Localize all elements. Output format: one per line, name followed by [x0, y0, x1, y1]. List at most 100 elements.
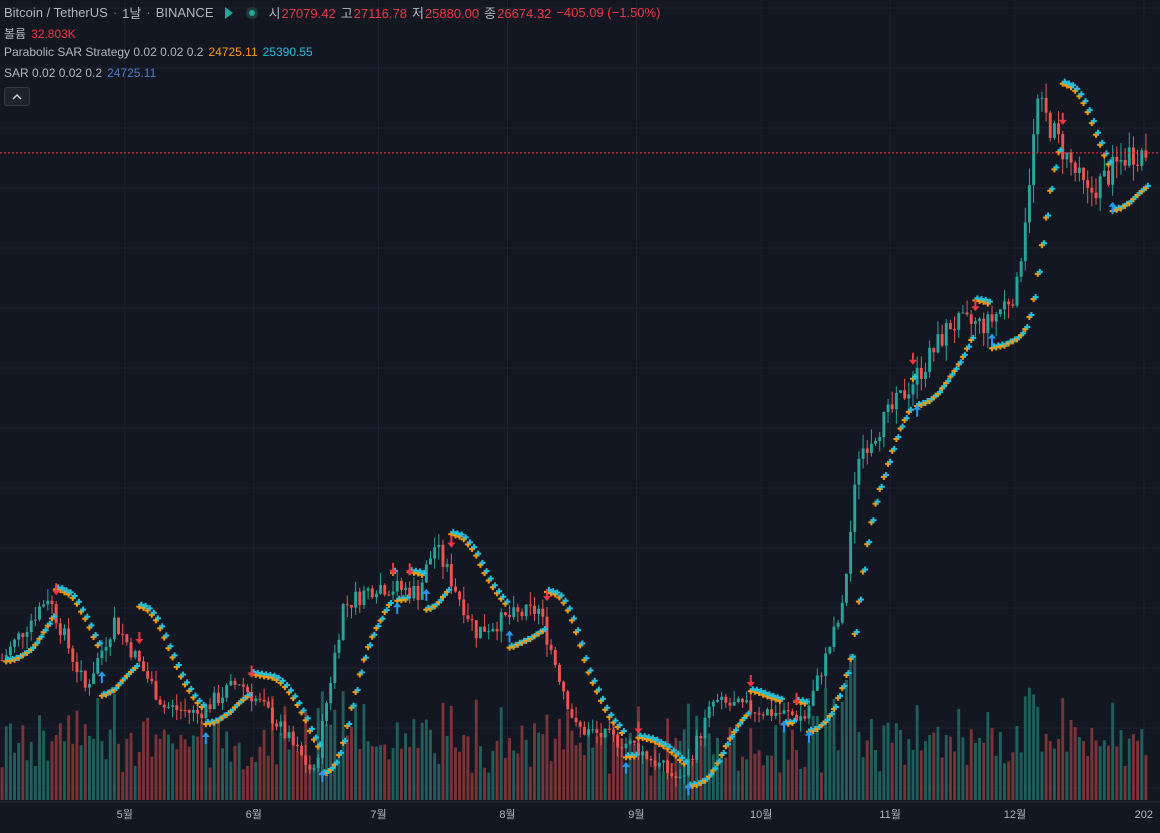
candle-body: [607, 728, 611, 731]
symbol-name[interactable]: Bitcoin / TetherUS: [4, 5, 108, 20]
volume-bar: [354, 702, 358, 800]
candle-body: [832, 626, 836, 648]
volume-bar: [1069, 719, 1073, 800]
candle-body: [341, 604, 345, 640]
volume-bar: [824, 687, 828, 800]
candle-body: [574, 717, 578, 723]
candle-body: [462, 599, 466, 616]
strategy-legend[interactable]: Parabolic SAR Strategy 0.02 0.02 0.2 247…: [4, 45, 313, 59]
flag-icon[interactable]: [224, 6, 233, 19]
candle-body: [483, 626, 487, 632]
candle-body: [1082, 167, 1085, 181]
volume-bar: [470, 772, 474, 800]
candle-body: [1052, 123, 1056, 138]
volume-bar: [948, 736, 952, 800]
volume-bar: [1057, 738, 1061, 800]
sar-label: SAR 0.02 0.02 0.2: [4, 66, 103, 80]
candle-body: [894, 392, 898, 410]
volume-bar: [537, 732, 541, 800]
candle-body: [591, 729, 595, 731]
volume-bar: [42, 730, 46, 800]
volume-bar: [1007, 761, 1011, 800]
interval-label[interactable]: 1날: [122, 3, 141, 22]
volume-bar: [33, 765, 37, 800]
candle-body: [1127, 147, 1131, 166]
volume-bar: [1094, 740, 1098, 800]
candle-body: [29, 620, 33, 633]
symbol-legend: Bitcoin / TetherUS · 1날 · BINANCE 시27079…: [4, 3, 661, 22]
candle-body: [162, 704, 166, 708]
volume-bar: [1077, 737, 1081, 800]
candle-body: [695, 736, 699, 760]
candle-body: [121, 634, 125, 636]
candle-body: [179, 709, 183, 711]
volume-bar: [13, 752, 17, 800]
volume-bar: [524, 739, 528, 800]
candle-body: [753, 712, 757, 714]
candle-body: [191, 710, 195, 713]
volume-bar: [1048, 741, 1052, 800]
volume-bar: [216, 720, 220, 800]
candle-body: [445, 564, 449, 567]
volume-bar: [1065, 751, 1069, 800]
candle-body: [117, 617, 120, 635]
volume-bar: [578, 742, 582, 800]
candle-body: [840, 602, 844, 623]
candle-body: [603, 728, 607, 738]
candle-body: [429, 558, 432, 565]
volume-bar: [1131, 733, 1135, 800]
candle-body: [1123, 159, 1127, 166]
ohlc-low: 저25880.00: [411, 6, 480, 21]
volume-bar: [961, 737, 965, 800]
volume-bar: [50, 741, 54, 800]
price-chart[interactable]: 5월 6월 7월 8월 9월 10월 11월 12월 202: [0, 0, 1160, 833]
volume-bar: [711, 754, 715, 800]
candle-body: [678, 776, 682, 779]
market-status-icon[interactable]: [245, 6, 258, 19]
candle-body: [0, 660, 4, 661]
candle-body: [142, 661, 145, 672]
candle-body: [986, 314, 990, 334]
chevron-up-icon[interactable]: [4, 87, 30, 106]
sar-legend[interactable]: SAR 0.02 0.02 0.2 24725.11: [4, 66, 156, 80]
volume-bar: [878, 771, 882, 800]
candle-body: [778, 713, 782, 715]
candle-body: [412, 585, 416, 599]
volume-bar: [774, 725, 778, 800]
candle-body: [736, 698, 740, 703]
candle-body: [853, 484, 857, 532]
volume-bar: [191, 735, 195, 800]
volume-bar: [820, 772, 823, 800]
candle-body: [449, 564, 453, 587]
volume-bar: [399, 748, 403, 800]
ohlc-high: 고27116.78: [340, 6, 407, 21]
volume-bar: [337, 751, 341, 800]
candle-body: [1003, 301, 1006, 310]
candle-body: [387, 594, 391, 596]
candle-body: [320, 720, 324, 758]
volume-bar: [549, 761, 553, 800]
volume-bar: [466, 736, 470, 800]
candle-body: [637, 742, 640, 756]
candle-body: [146, 671, 150, 679]
volume-bar: [666, 718, 670, 800]
volume-bar: [25, 760, 29, 800]
candle-body: [379, 585, 383, 594]
volume-bar: [607, 773, 611, 800]
candle-body: [508, 615, 511, 618]
volume-bar: [462, 734, 466, 800]
volume-bar: [58, 723, 62, 800]
candle-body: [312, 767, 316, 770]
volume-bar: [1144, 755, 1148, 800]
candle-body: [790, 711, 794, 715]
candle-body: [728, 702, 732, 706]
volume-bar: [691, 760, 694, 800]
volume-legend[interactable]: 볼륨 32.803K: [4, 25, 76, 42]
volume-bar: [753, 753, 757, 800]
candle-body: [345, 604, 349, 606]
candle-body: [279, 721, 283, 727]
candle-body: [878, 437, 882, 442]
candle-body: [295, 744, 299, 747]
candle-body: [175, 705, 179, 710]
candle-body: [1131, 147, 1135, 165]
